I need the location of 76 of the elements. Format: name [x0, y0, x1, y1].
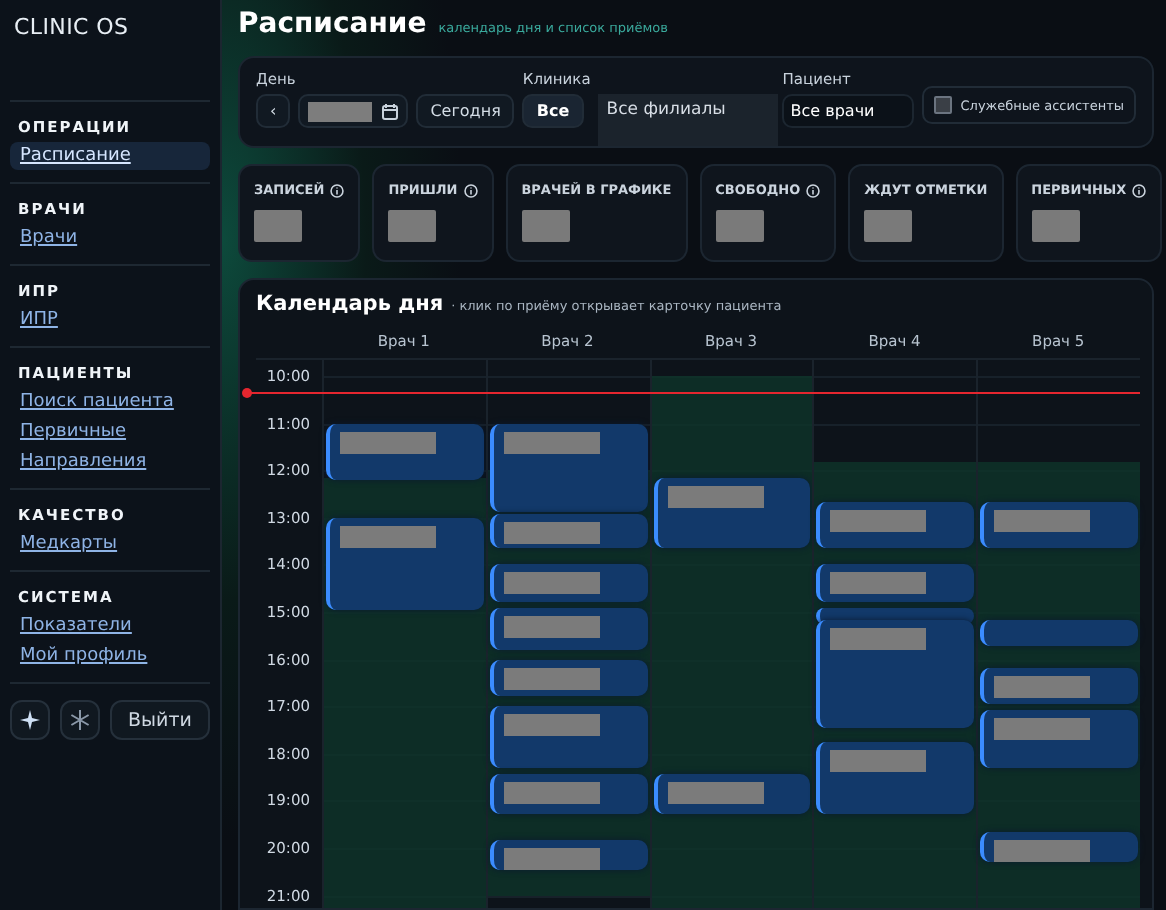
- redacted-value: [521, 210, 570, 242]
- nav-link[interactable]: Медкарты: [10, 530, 128, 558]
- nav-link[interactable]: Мой профиль: [10, 642, 158, 670]
- redacted-text: [830, 572, 927, 595]
- redacted-text: [503, 521, 600, 544]
- redacted-text: [830, 510, 927, 532]
- appointment-block[interactable]: [489, 659, 648, 697]
- info-icon[interactable]: [1132, 183, 1147, 197]
- redacted-text: [503, 616, 600, 639]
- appointment-block[interactable]: [980, 832, 1138, 862]
- appointment-block[interactable]: [326, 423, 484, 481]
- redacted-text: [994, 840, 1091, 863]
- appointment-block[interactable]: [653, 478, 811, 548]
- date-field[interactable]: [298, 94, 409, 128]
- nav-link[interactable]: Расписание: [10, 142, 210, 170]
- redacted-text: [340, 525, 436, 548]
- sparkle-button[interactable]: [10, 700, 50, 740]
- snowflake-button[interactable]: [60, 700, 100, 740]
- redacted-value: [1031, 210, 1080, 242]
- redacted-text: [830, 628, 927, 650]
- info-icon[interactable]: [330, 183, 345, 197]
- redacted-value: [715, 210, 764, 242]
- redacted-value: [388, 210, 437, 242]
- app-logo: CLINIC OS: [12, 14, 131, 40]
- redacted-text: [308, 101, 373, 121]
- nav-link[interactable]: Первичные: [10, 418, 137, 446]
- redacted-text: [503, 431, 600, 454]
- redacted-text: [503, 781, 600, 804]
- redacted-text: [994, 718, 1091, 741]
- appointment-block[interactable]: [816, 564, 975, 602]
- appointment-block[interactable]: [816, 502, 975, 548]
- appointment-block[interactable]: [489, 564, 648, 602]
- redacted-text: [994, 510, 1091, 532]
- redacted-text: [667, 781, 764, 804]
- appointment-block[interactable]: [489, 706, 648, 768]
- redacted-value: [254, 210, 302, 242]
- snowflake-icon: [70, 710, 90, 730]
- appointment-block[interactable]: [816, 620, 975, 728]
- logout-button[interactable]: Выйти: [110, 700, 210, 740]
- sparkle-icon: [20, 710, 40, 730]
- appointment-block[interactable]: [653, 773, 811, 815]
- clinic-dropdown[interactable]: Все филиалы: [598, 94, 779, 146]
- appointment-block[interactable]: [489, 423, 648, 512]
- redacted-text: [503, 572, 600, 595]
- appointment-block[interactable]: [980, 667, 1138, 705]
- appointment-block[interactable]: [489, 513, 648, 548]
- calendar-title: Календарь дня: [256, 292, 444, 316]
- nav-link[interactable]: Поиск пациента: [10, 388, 184, 416]
- today-button[interactable]: Сегодня: [416, 94, 515, 128]
- appointment-block[interactable]: [489, 839, 648, 870]
- appointment-block[interactable]: [326, 517, 484, 610]
- redacted-text: [994, 675, 1091, 698]
- redacted-text: [503, 847, 600, 870]
- nav-link[interactable]: Врачи: [10, 224, 88, 252]
- page-title: Расписание: [238, 8, 427, 40]
- nav-link[interactable]: Показатели: [10, 612, 142, 640]
- appointment-block[interactable]: [980, 710, 1138, 768]
- previous-day-button[interactable]: ‹: [256, 94, 291, 128]
- redacted-text: [503, 714, 600, 737]
- redacted-text: [830, 749, 927, 772]
- info-icon[interactable]: [463, 183, 478, 197]
- appointment-block[interactable]: [489, 608, 648, 650]
- appointment-block[interactable]: [980, 502, 1138, 548]
- calendar-icon[interactable]: [382, 103, 399, 119]
- checkbox[interactable]: [934, 96, 953, 114]
- patient-field[interactable]: Все врачи: [782, 94, 915, 128]
- appointment-block[interactable]: [816, 741, 975, 815]
- nav-link[interactable]: ИПР: [10, 306, 68, 334]
- redacted-text: [667, 486, 764, 509]
- redacted-text: [503, 667, 600, 690]
- appointment-block[interactable]: [489, 773, 648, 815]
- redacted-value: [864, 210, 913, 242]
- all-clinics-button[interactable]: Все: [522, 94, 584, 128]
- nav-link[interactable]: Направления: [10, 448, 157, 476]
- redacted-text: [340, 431, 436, 454]
- info-icon[interactable]: [806, 183, 821, 197]
